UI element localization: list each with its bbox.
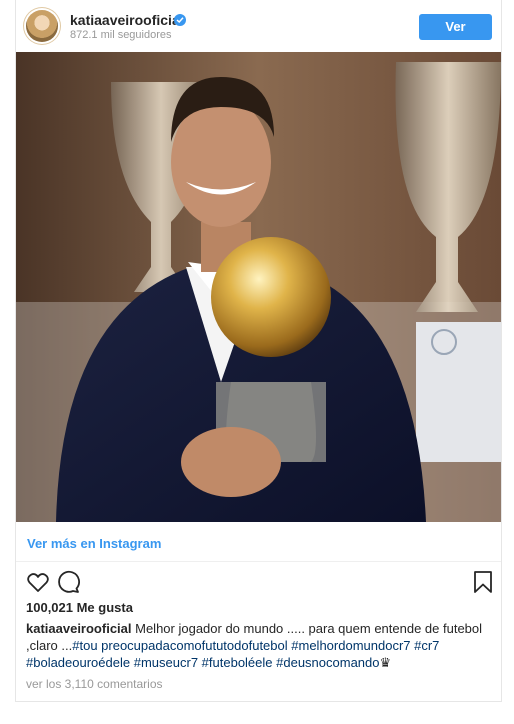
post-header: katiaaveirooficial 872.1 mil seguidores … bbox=[16, 0, 501, 60]
hashtag[interactable]: #tou preocupadacomofututodofutebol bbox=[72, 638, 287, 653]
crown-emoji-icon: ♛ bbox=[379, 655, 392, 670]
post-photo[interactable] bbox=[16, 52, 501, 522]
post-caption: katiaaveirooficial Melhor jogador do mun… bbox=[26, 620, 488, 671]
divider bbox=[16, 561, 501, 562]
hashtag[interactable]: #cr7 bbox=[414, 638, 439, 653]
bookmark-icon[interactable] bbox=[472, 570, 494, 599]
comment-icon[interactable] bbox=[56, 570, 80, 599]
username[interactable]: katiaaveirooficial bbox=[70, 12, 184, 28]
post-image bbox=[16, 52, 501, 522]
caption-author[interactable]: katiaaveirooficial bbox=[26, 621, 132, 636]
hashtag[interactable]: #boladeouroédele bbox=[26, 655, 130, 670]
view-more-on-instagram-link[interactable]: Ver más en Instagram bbox=[27, 536, 161, 551]
view-comments-link[interactable]: ver los 3,110 comentarios bbox=[26, 677, 163, 691]
hashtag[interactable]: #futeboléele bbox=[202, 655, 273, 670]
hashtag[interactable]: #melhordomundocr7 bbox=[291, 638, 410, 653]
verified-badge-icon bbox=[174, 14, 186, 26]
profile-avatar[interactable] bbox=[26, 10, 58, 42]
hashtag[interactable]: #museucr7 bbox=[134, 655, 198, 670]
like-count[interactable]: 100,021 Me gusta bbox=[26, 600, 133, 615]
hashtag[interactable]: #deusnocomando bbox=[276, 655, 379, 670]
instagram-embed-card: katiaaveirooficial 872.1 mil seguidores … bbox=[15, 0, 502, 702]
follower-count: 872.1 mil seguidores bbox=[70, 29, 172, 41]
action-bar bbox=[26, 570, 492, 596]
heart-icon[interactable] bbox=[26, 570, 50, 599]
view-profile-button[interactable]: Ver perfil bbox=[419, 14, 492, 60]
